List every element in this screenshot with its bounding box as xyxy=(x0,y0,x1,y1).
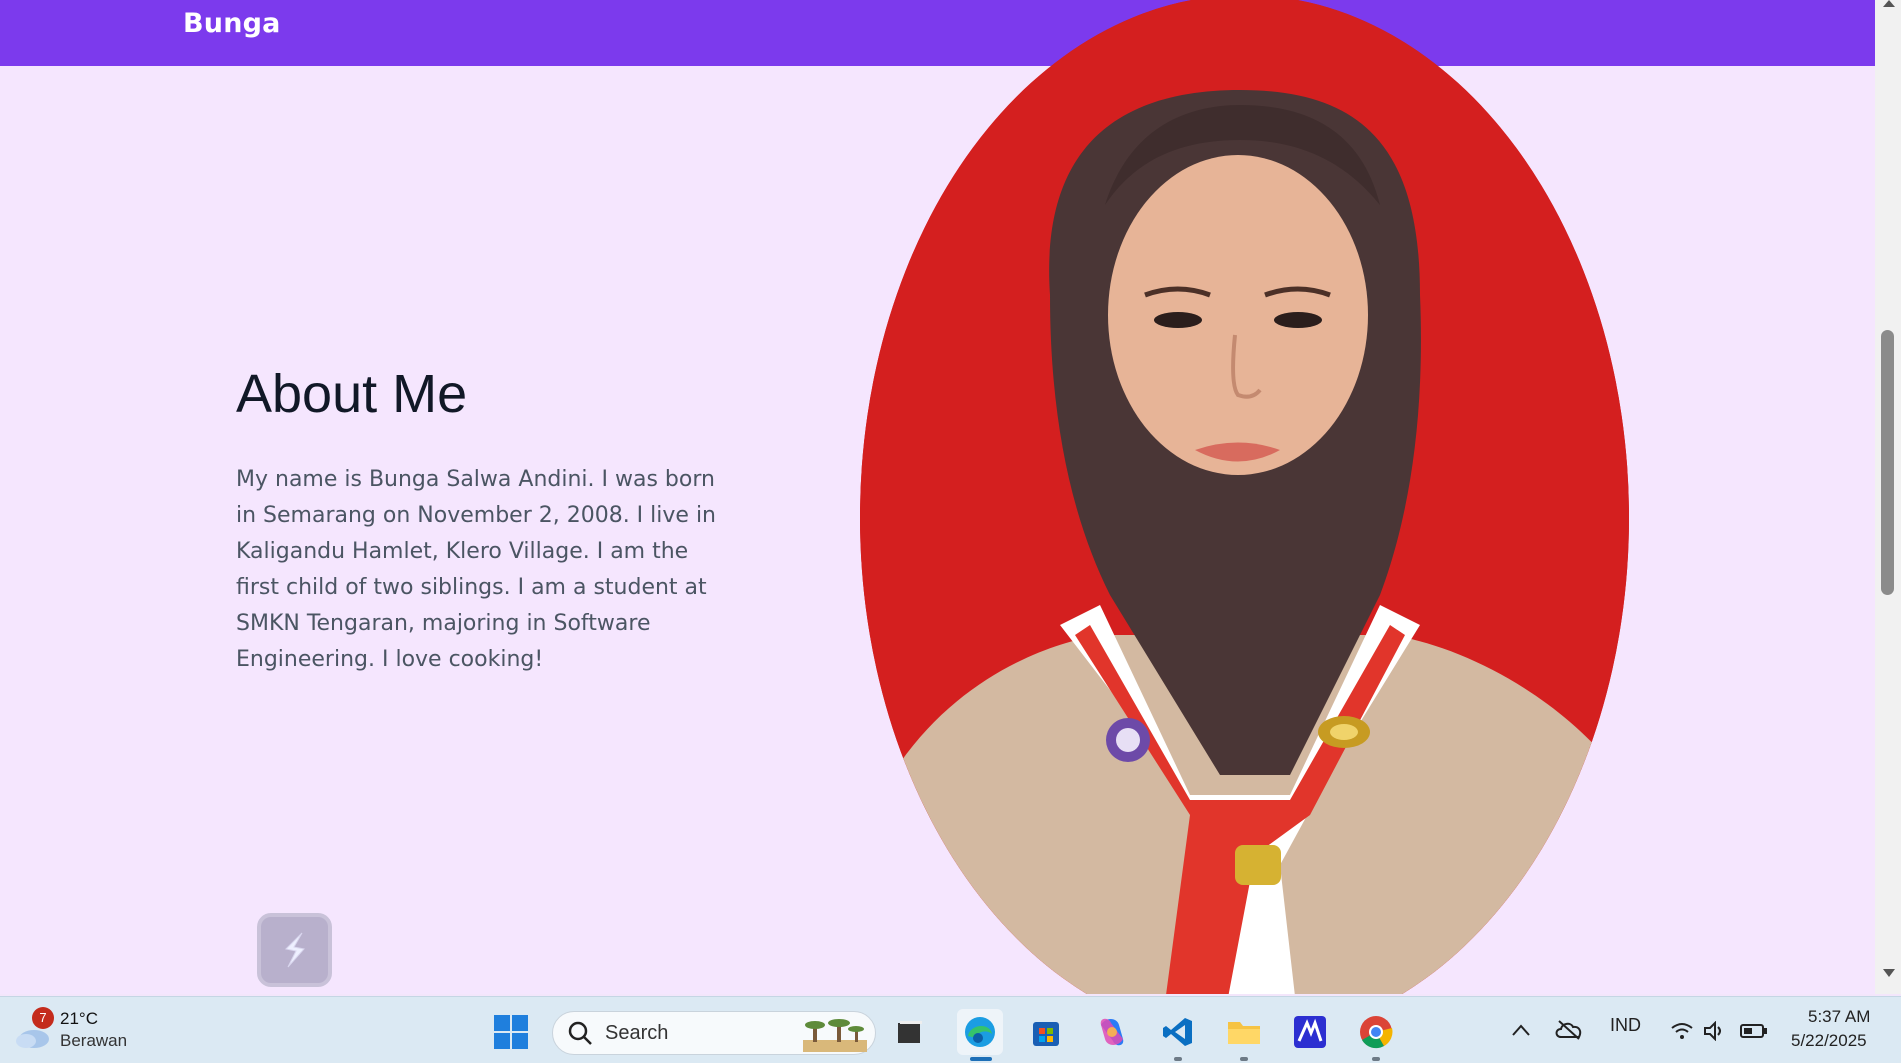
search-label: Search xyxy=(605,1022,669,1044)
store-taskbar-button[interactable] xyxy=(1023,1009,1069,1055)
file-explorer-taskbar-button[interactable] xyxy=(1221,1009,1267,1055)
task-view-button[interactable] xyxy=(886,1009,932,1055)
clock-time[interactable]: 5:37 AM xyxy=(1808,1007,1870,1027)
edge-active-indicator xyxy=(970,1057,992,1061)
lightning-app-icon xyxy=(284,932,305,968)
vscode-running-indicator xyxy=(1174,1057,1182,1061)
scroll-thumb[interactable] xyxy=(1881,330,1894,595)
search-highlight-icon xyxy=(803,1019,867,1052)
clock-date[interactable]: 5/22/2025 xyxy=(1791,1031,1867,1051)
weather-description: Berawan xyxy=(60,1031,128,1050)
search-icon xyxy=(568,1021,592,1045)
taskbar-search[interactable]: Search xyxy=(552,1011,876,1055)
onedrive-offline-icon[interactable] xyxy=(1555,1019,1583,1041)
copilot-icon xyxy=(1100,1018,1124,1046)
scroll-down-arrow-icon[interactable] xyxy=(1883,969,1895,977)
wifi-icon[interactable] xyxy=(1670,1021,1694,1041)
m-app-icon xyxy=(1294,1016,1326,1048)
brand-link[interactable]: Bunga xyxy=(183,8,281,39)
vscode-icon xyxy=(1163,1018,1192,1046)
vertical-scrollbar[interactable] xyxy=(1875,0,1901,994)
chrome-running-indicator xyxy=(1372,1057,1380,1061)
language-indicator[interactable]: IND xyxy=(1610,1015,1641,1036)
store-icon xyxy=(1033,1022,1059,1046)
folder-icon xyxy=(1228,1022,1260,1044)
windows-logo-icon xyxy=(494,1015,528,1049)
chevron-up-icon[interactable] xyxy=(1511,1023,1531,1037)
chrome-icon xyxy=(1360,1016,1393,1049)
profile-photo xyxy=(860,0,1629,994)
task-view-icon xyxy=(898,1021,922,1043)
edge-icon xyxy=(965,1017,995,1047)
scroll-up-arrow-icon[interactable] xyxy=(1883,0,1895,7)
battery-icon[interactable] xyxy=(1740,1022,1768,1040)
navbar: Bunga xyxy=(0,0,1875,66)
explorer-running-indicator xyxy=(1240,1057,1248,1061)
floating-app-button[interactable] xyxy=(257,913,332,987)
weather-temperature: 21°C xyxy=(60,1009,98,1028)
taskbar: 7 21°C Berawan Search IND 5:37 AM 5/22/2… xyxy=(0,996,1901,1063)
edge-taskbar-button[interactable] xyxy=(957,1009,1003,1055)
copilot-taskbar-button[interactable] xyxy=(1089,1009,1135,1055)
volume-icon[interactable] xyxy=(1703,1021,1727,1041)
weather-badge: 7 xyxy=(32,1007,54,1029)
chrome-taskbar-button[interactable] xyxy=(1353,1009,1399,1055)
vscode-taskbar-button[interactable] xyxy=(1155,1009,1201,1055)
about-text: My name is Bunga Salwa Andini. I was bor… xyxy=(236,467,716,672)
start-button[interactable] xyxy=(494,1015,528,1049)
about-title: About Me xyxy=(236,364,468,424)
m-app-taskbar-button[interactable] xyxy=(1287,1009,1333,1055)
weather-widget[interactable]: 7 21°C Berawan xyxy=(12,1007,162,1055)
browser-viewport: Bunga About Me My name is Bunga Salwa An… xyxy=(0,0,1875,994)
